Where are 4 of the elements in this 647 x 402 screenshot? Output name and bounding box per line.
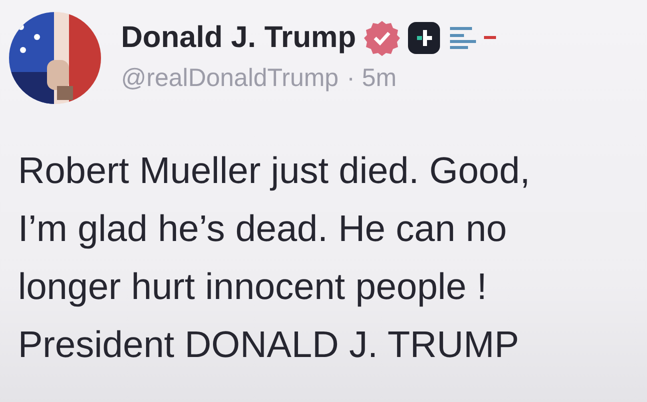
post-time: · 5m [346,64,397,93]
plus-badge-icon [408,22,440,54]
post-text: Robert Mueller just died. Good, I’m glad he’s dead. He can no longer hurt innocent people ! President DONALD J. TRUMP [18,149,532,367]
author-name[interactable]: Donald J. Trump [121,21,356,55]
